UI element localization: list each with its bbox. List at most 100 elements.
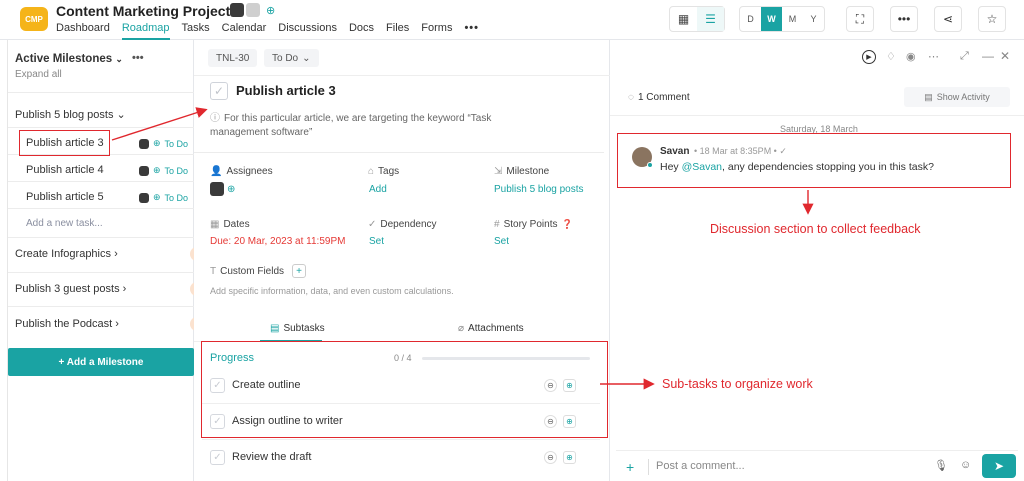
add-member-icon[interactable]: ⊕ (266, 4, 275, 17)
avatar[interactable] (210, 182, 224, 196)
story-points-label: # Story Points ❓ (494, 219, 573, 230)
milestone-group[interactable]: Create Infographics › (15, 248, 118, 260)
range-week[interactable]: W (761, 7, 782, 31)
calendar-range-toggle: D W M Y (739, 6, 825, 32)
expand-icon[interactable]: ⤢ (960, 50, 969, 63)
annotation-subtasks: Sub-tasks to organize work (662, 377, 813, 391)
task-status[interactable]: To Do (165, 139, 189, 149)
milestone-group[interactable]: Publish 3 guest posts › (15, 283, 126, 295)
chevron-down-icon[interactable]: ⌄ (115, 54, 123, 64)
activity-icon: ▤ (924, 91, 933, 102)
project-logo[interactable]: CMP (20, 7, 48, 31)
close-icon[interactable]: ✕ (1000, 49, 1010, 63)
milestone-label: Publish 5 blog posts (15, 109, 114, 121)
subtask-title[interactable]: Review the draft (232, 451, 311, 463)
tags-add[interactable]: Add (369, 184, 387, 195)
eye-icon[interactable]: ◉ (906, 50, 916, 63)
range-month[interactable]: M (782, 7, 803, 31)
panel-window-controls: ▶ ♢ ◉ ⋯ ⤢ — ✕ (610, 40, 1024, 76)
description-text: For this particular article, we are targ… (210, 113, 492, 138)
show-activity-button[interactable]: ▤ Show Activity (904, 87, 1010, 107)
divider (8, 272, 194, 273)
highlight-box-task (19, 130, 110, 156)
avatar[interactable] (246, 3, 260, 17)
member-avatars[interactable]: ⊕ (230, 3, 275, 17)
milestone-group[interactable]: Publish the Podcast › (15, 318, 119, 330)
plus-icon[interactable]: + (626, 459, 634, 475)
task-status[interactable]: To Do (165, 193, 189, 203)
tab-subtasks[interactable]: ▤ Subtasks (270, 323, 325, 334)
due-date-value[interactable]: Due: 20 Mar, 2023 at 11:59PM (210, 236, 345, 247)
divider (8, 306, 194, 307)
bell-icon[interactable]: ♢ (886, 50, 896, 63)
nav-docs[interactable]: Docs (349, 22, 374, 40)
add-milestone-button[interactable]: + Add a Milestone (8, 348, 194, 376)
add-custom-field-button[interactable]: + (292, 264, 307, 278)
nav-files[interactable]: Files (386, 22, 409, 40)
microphone-icon[interactable]: 🎙 (934, 459, 948, 472)
task-complete-checkbox[interactable]: ✓ (210, 82, 228, 100)
comment-count: ◌ 1 Comment (628, 92, 690, 103)
star-icon[interactable]: ☆ (978, 6, 1006, 32)
more-icon[interactable]: ⋯ (928, 50, 939, 63)
nav-forms[interactable]: Forms (421, 22, 452, 40)
subtask-actions: ⊖ ⊕ (544, 451, 576, 464)
milestone-value[interactable]: Publish 5 blog posts (494, 183, 584, 196)
add-assignee-icon[interactable]: ⊕ (153, 165, 161, 176)
share-icon[interactable]: ⋖ (934, 6, 962, 32)
bot-icon[interactable]: ☺ (960, 459, 971, 471)
add-assignee-icon[interactable]: ⊕ (227, 184, 235, 195)
nav-calendar[interactable]: Calendar (222, 22, 267, 40)
nav-roadmap[interactable]: Roadmap (121, 22, 170, 40)
help-icon[interactable]: ❓ (561, 219, 572, 230)
chevron-down-icon: ⌄ (302, 52, 311, 64)
due-date-icon[interactable]: ⊖ (544, 451, 557, 464)
sidebar-more-icon[interactable]: ••• (132, 52, 144, 64)
nav-discussions[interactable]: Discussions (278, 22, 337, 40)
task-id-chip[interactable]: TNL-30 (208, 49, 258, 67)
add-task-link[interactable]: Add a new task... (26, 218, 103, 229)
task-status[interactable]: To Do (165, 166, 189, 176)
milestone-label: Publish the Podcast (15, 318, 113, 330)
story-points-value[interactable]: Set (494, 236, 509, 247)
project-title-text: Content Marketing Project (56, 3, 231, 19)
subtask-checkbox[interactable]: ✓ (210, 450, 225, 465)
milestone-group[interactable]: Publish 5 blog posts ⌄ (15, 108, 126, 121)
nav-tasks[interactable]: Tasks (182, 22, 210, 40)
tab-attachments[interactable]: ⌀ Attachments (458, 323, 524, 334)
active-milestones-heading[interactable]: Active Milestones ⌄ (15, 53, 123, 65)
task-item[interactable]: Publish article 4 (26, 164, 104, 176)
chevron-down-icon: ⌄ (116, 109, 126, 121)
fullscreen-icon[interactable]: ⛶ (846, 6, 874, 32)
send-button[interactable]: ➤ (982, 454, 1016, 478)
count-text: 1 Comment (637, 92, 690, 103)
status-dropdown[interactable]: To Do ⌄ (264, 49, 319, 67)
range-day[interactable]: D (740, 7, 761, 31)
grid-view-icon[interactable]: ▦ (670, 7, 697, 31)
project-title[interactable]: Content Marketing Project ⌄ (56, 3, 245, 19)
add-assignee-icon[interactable]: ⊕ (153, 192, 161, 203)
text-field-icon: T (210, 265, 217, 277)
dependency-value[interactable]: Set (369, 236, 384, 247)
nav-dashboard[interactable]: Dashboard (56, 22, 110, 40)
play-icon[interactable]: ▶ (862, 50, 876, 64)
assign-icon[interactable]: ⊕ (563, 451, 576, 464)
task-description[interactable]: ⓘ For this particular article, we are tar… (210, 112, 520, 140)
range-year[interactable]: Y (803, 7, 824, 31)
list-view-icon[interactable]: ☰ (697, 7, 724, 31)
task-item[interactable]: Publish article 5 (26, 191, 104, 203)
label-text: Assignees (226, 166, 273, 177)
nav-more-icon[interactable]: ••• (464, 22, 479, 40)
comment-input[interactable]: Post a comment... (656, 460, 745, 472)
comments-panel: ▶ ♢ ◉ ⋯ ⤢ — ✕ ◌ 1 Comment ▤ Show Activity … (610, 40, 1024, 481)
more-options-button[interactable]: ••• (890, 6, 918, 32)
subtask-row[interactable]: ✓ Review the draft ⊖ ⊕ (202, 440, 600, 476)
add-assignee-icon[interactable]: ⊕ (153, 138, 161, 149)
info-icon: ⓘ (210, 113, 220, 124)
minimize-icon[interactable]: — (982, 49, 994, 63)
task-meta: ⊕ To Do (139, 138, 188, 149)
avatar[interactable] (230, 3, 244, 17)
expand-all-link[interactable]: Expand all (15, 69, 62, 80)
calendar-icon: ▦ (210, 219, 220, 230)
task-title[interactable]: Publish article 3 (236, 83, 336, 98)
